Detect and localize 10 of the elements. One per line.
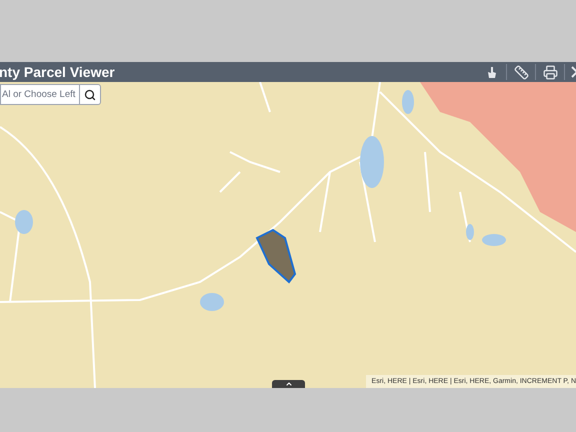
search-icon[interactable] xyxy=(84,88,96,100)
ruler-icon[interactable] xyxy=(513,64,529,80)
expand-icon[interactable] xyxy=(571,65,576,79)
search-field[interactable]: Al or Choose Left xyxy=(0,84,80,105)
panel-toggle-button[interactable] xyxy=(272,380,305,388)
parcel-outline[interactable] xyxy=(255,228,297,284)
app-title: nty Parcel Viewer xyxy=(0,65,115,79)
print-icon[interactable] xyxy=(542,64,558,80)
caret-up-icon[interactable] xyxy=(284,380,292,388)
search-button[interactable] xyxy=(80,84,101,105)
